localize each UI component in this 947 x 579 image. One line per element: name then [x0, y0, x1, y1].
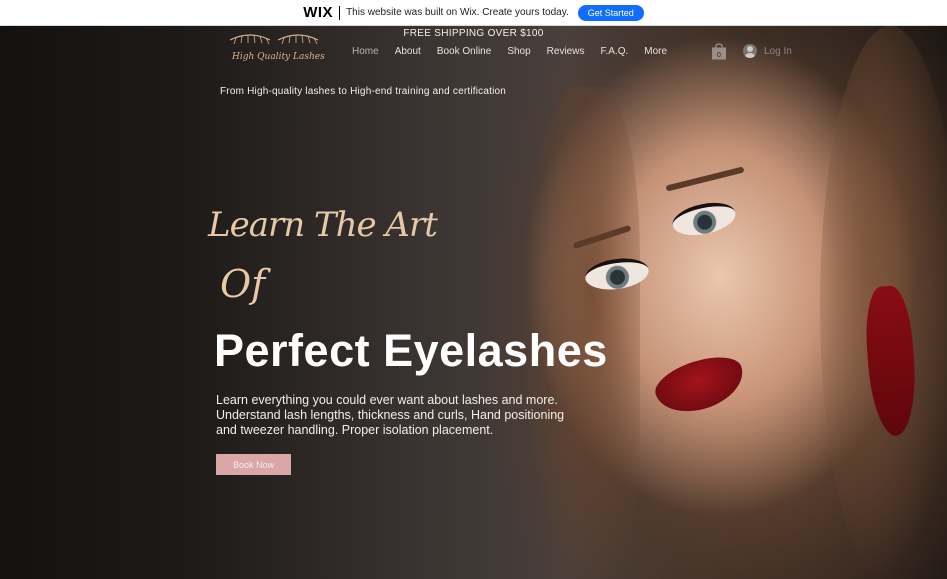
nav-about[interactable]: About — [395, 46, 421, 57]
nav-reviews[interactable]: Reviews — [547, 46, 585, 57]
hero-description-line: Understand lash lengths, thickness and c… — [216, 408, 565, 422]
get-started-button[interactable]: Get Started — [577, 4, 644, 21]
hero-description: Learn everything you could ever want abo… — [216, 393, 565, 438]
main-nav: Home About Book Online Shop Reviews F.A.… — [352, 46, 683, 57]
hero-headline: Perfect Eyelashes — [214, 325, 608, 376]
nav-book-online[interactable]: Book Online — [437, 46, 491, 57]
nav-shop[interactable]: Shop — [507, 46, 530, 57]
book-now-button[interactable]: Book Now — [216, 454, 291, 475]
hero-image-lips — [649, 348, 751, 422]
tagline: From High-quality lashes to High-end tra… — [220, 86, 507, 97]
lash-logo-icon — [229, 34, 319, 45]
login-button[interactable]: Log In — [743, 44, 792, 58]
hero-description-line: Learn everything you could ever want abo… — [216, 393, 558, 407]
nav-more[interactable]: More — [644, 46, 667, 57]
wix-banner: WIX This website was built on Wix. Creat… — [0, 0, 947, 26]
hero-script-subtitle: Of — [220, 262, 266, 306]
hero-image-brow — [665, 166, 745, 192]
banner-text: This website was built on Wix. Create yo… — [346, 7, 569, 18]
avatar-icon — [743, 44, 757, 58]
logo-text: High Quality Lashes — [232, 52, 325, 62]
shipping-banner: FREE SHIPPING OVER $100 — [403, 28, 544, 39]
nav-faq[interactable]: F.A.Q. — [600, 46, 628, 57]
cart-count: 0 — [717, 52, 721, 59]
hero-section — [0, 26, 947, 579]
wix-logo[interactable]: WIX — [303, 4, 333, 21]
site-logo[interactable]: High Quality Lashes — [226, 32, 325, 76]
cart-icon[interactable]: 0 — [711, 43, 727, 60]
hero-image-eye — [669, 197, 739, 241]
hero-description-line: and tweezer handling. Proper isolation p… — [216, 423, 494, 437]
banner-divider — [339, 5, 341, 20]
nav-home[interactable]: Home — [352, 46, 379, 57]
hero-script-title: Learn The Art — [208, 205, 438, 245]
login-label: Log In — [764, 45, 792, 57]
